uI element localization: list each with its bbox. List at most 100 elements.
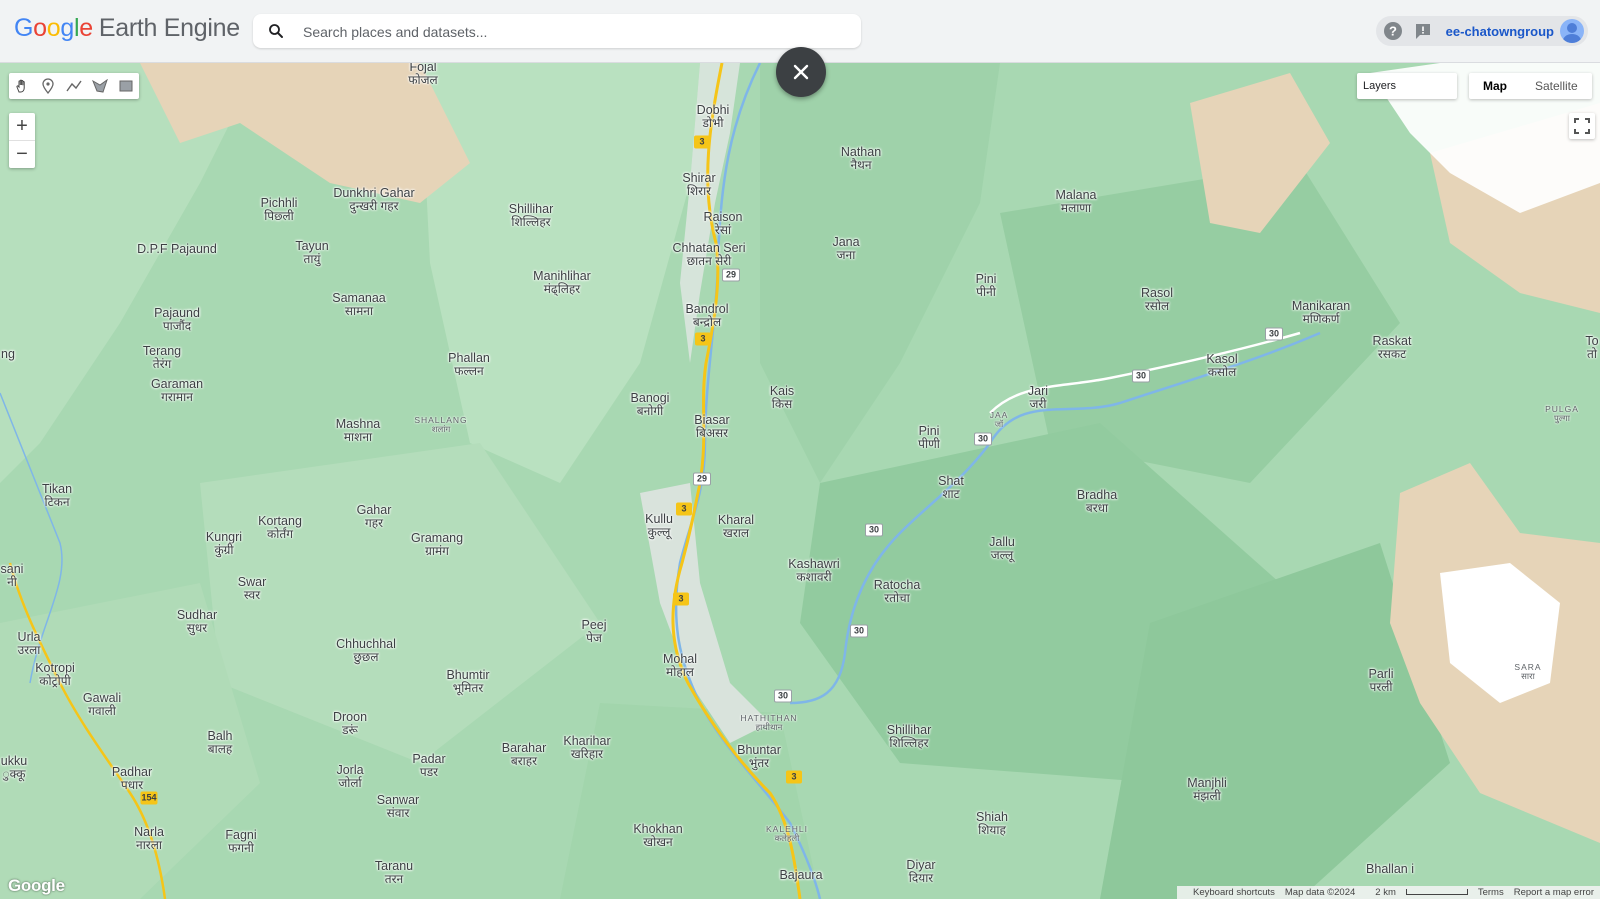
place-name-devanagari: ुक्कू — [2, 767, 26, 781]
place-name-devanagari: नी — [7, 575, 17, 589]
place-label: Phallan फल्लन — [448, 352, 490, 378]
map-type-map[interactable]: Map — [1469, 73, 1521, 99]
area-label: SARA सारा — [1514, 663, 1541, 681]
road-shield: 30 — [1265, 327, 1283, 341]
place-name: Dunkhri Gahar — [333, 186, 415, 200]
place-name-devanagari: बराहर — [510, 754, 538, 768]
area-name-devanagari: सारा — [1521, 671, 1535, 681]
place-label: Dobhi डोभी — [697, 104, 730, 130]
map-canvas[interactable]: Fojal फोजल Dobhi डोभी Nathan नैथन Shirar शिर… — [0, 63, 1600, 899]
place-name-devanagari: गवाली — [88, 704, 116, 718]
area-name-devanagari: जॉ — [994, 419, 1004, 429]
place-label: Chhatan Seri छातन सेरी — [673, 242, 746, 268]
line-icon[interactable] — [61, 73, 87, 99]
scale-label[interactable]: 2 km — [1365, 887, 1468, 898]
keyboard-shortcuts-link[interactable]: Keyboard shortcuts — [1193, 887, 1275, 898]
place-name-devanagari: पिछ्ली — [264, 209, 294, 223]
place-name: Kashawri — [788, 557, 840, 571]
zoom-out-button[interactable]: − — [9, 141, 35, 168]
feedback-icon[interactable] — [1412, 20, 1434, 42]
area-name-devanagari: कलेहली — [774, 833, 800, 843]
place-name-devanagari: रसोल — [1144, 299, 1170, 313]
place-label: Gramang ग्रामंग — [411, 532, 463, 558]
place-name-devanagari: कुल्लू — [647, 525, 671, 539]
place-name: Kungri — [205, 530, 243, 544]
place-name-devanagari: रसकट — [1377, 347, 1407, 361]
place-name: Terang — [142, 344, 182, 358]
earth-engine-logo[interactable]: Google Earth Engine — [14, 14, 240, 43]
place-label: Droon डरूं — [333, 711, 367, 737]
place-name-devanagari: बिअसर — [695, 426, 729, 440]
polygon-icon[interactable] — [87, 73, 113, 99]
place-label: Shiah शियाह — [976, 811, 1008, 837]
place-name-devanagari: शाट — [942, 487, 960, 501]
place-label: Sudhar सुधर — [177, 609, 217, 635]
place-name-devanagari: संवार — [386, 806, 410, 820]
road-shield: 29 — [722, 268, 740, 282]
road-shield: 3 — [676, 502, 692, 516]
place-name: Rasol — [1141, 286, 1173, 300]
search-box[interactable] — [253, 14, 861, 50]
place-name: Pini — [975, 272, 997, 286]
place-name: Phallan — [448, 351, 490, 365]
search-input[interactable] — [301, 14, 845, 50]
place-name: Shillihar — [886, 723, 932, 737]
place-label: Pini पीणी — [918, 425, 940, 451]
place-name-devanagari: पेज — [586, 631, 602, 645]
place-label: Mashna माशना — [336, 418, 380, 444]
report-map-error-link[interactable]: Report a map error — [1514, 887, 1594, 898]
place-label: Manjhli मंझली — [1187, 777, 1227, 803]
place-label: Shillihar शिल्लिहर — [887, 724, 931, 750]
place-label: Padar पडर — [412, 753, 445, 779]
map-type-satellite[interactable]: Satellite — [1521, 73, 1592, 99]
fullscreen-button[interactable] — [1569, 113, 1595, 139]
zoom-in-button[interactable]: + — [9, 113, 35, 140]
place-name: Swar — [237, 575, 267, 589]
place-name-devanagari: दियार — [908, 871, 934, 885]
point-icon[interactable] — [35, 73, 61, 99]
terms-link[interactable]: Terms — [1478, 887, 1504, 898]
svg-text:?: ? — [1389, 24, 1397, 39]
layers-button[interactable]: Layers — [1357, 73, 1457, 99]
close-button[interactable] — [776, 47, 826, 97]
place-name-devanagari: तायुं — [303, 252, 321, 266]
place-name: Raison — [703, 210, 743, 224]
area-label: SHALLANG शलांग — [414, 416, 467, 434]
road-shield: 3 — [673, 592, 689, 606]
place-label: Kotropi कोट्रोपी — [35, 662, 75, 688]
account-name[interactable]: ee-chatowngroup — [1446, 24, 1554, 39]
place-name-devanagari: कोर्तंग — [267, 527, 293, 541]
place-name: Jorla — [336, 763, 364, 777]
place-name-devanagari: खराल — [723, 526, 749, 540]
place-name-devanagari: बनोगी — [636, 404, 664, 418]
place-name-devanagari: मंढ्लिहर — [543, 282, 581, 296]
place-name-devanagari: परली — [1369, 680, 1393, 694]
place-name: Pini — [918, 424, 940, 438]
area-label: JAA जॉ — [990, 411, 1009, 429]
place-name: Jallu — [989, 535, 1015, 549]
place-name: Urla — [17, 630, 41, 644]
place-name: Manjhli — [1187, 776, 1227, 790]
drawing-tools — [9, 73, 139, 99]
help-icon[interactable]: ? — [1382, 20, 1404, 42]
hand-icon[interactable] — [9, 73, 35, 99]
place-name-devanagari: फगनी — [228, 841, 254, 855]
place-name-devanagari: सामना — [344, 304, 374, 318]
place-label: Biasar बिअसर — [694, 414, 729, 440]
place-name-devanagari: डोभी — [702, 116, 724, 130]
place-name: Banogi — [630, 391, 670, 405]
place-name: Kharihar — [563, 734, 611, 748]
rectangle-icon[interactable] — [113, 73, 139, 99]
place-name-devanagari: गहर — [364, 516, 384, 530]
place-label: Jallu जल्लू — [989, 536, 1015, 562]
place-name: ng — [1, 347, 15, 361]
place-name: Chhatan Seri — [672, 241, 746, 255]
place-name-devanagari: कसोल — [1207, 365, 1237, 379]
place-name-devanagari: कुंग्री — [214, 543, 234, 557]
place-name-devanagari: जना — [836, 248, 856, 262]
place-name-devanagari: शिल्लिहर — [889, 736, 929, 750]
place-name-devanagari: खरिहार — [570, 747, 604, 761]
place-label: Barahar बराहर — [502, 742, 546, 768]
avatar-icon[interactable] — [1560, 19, 1584, 43]
place-label: Banogi बनोगी — [631, 392, 670, 418]
